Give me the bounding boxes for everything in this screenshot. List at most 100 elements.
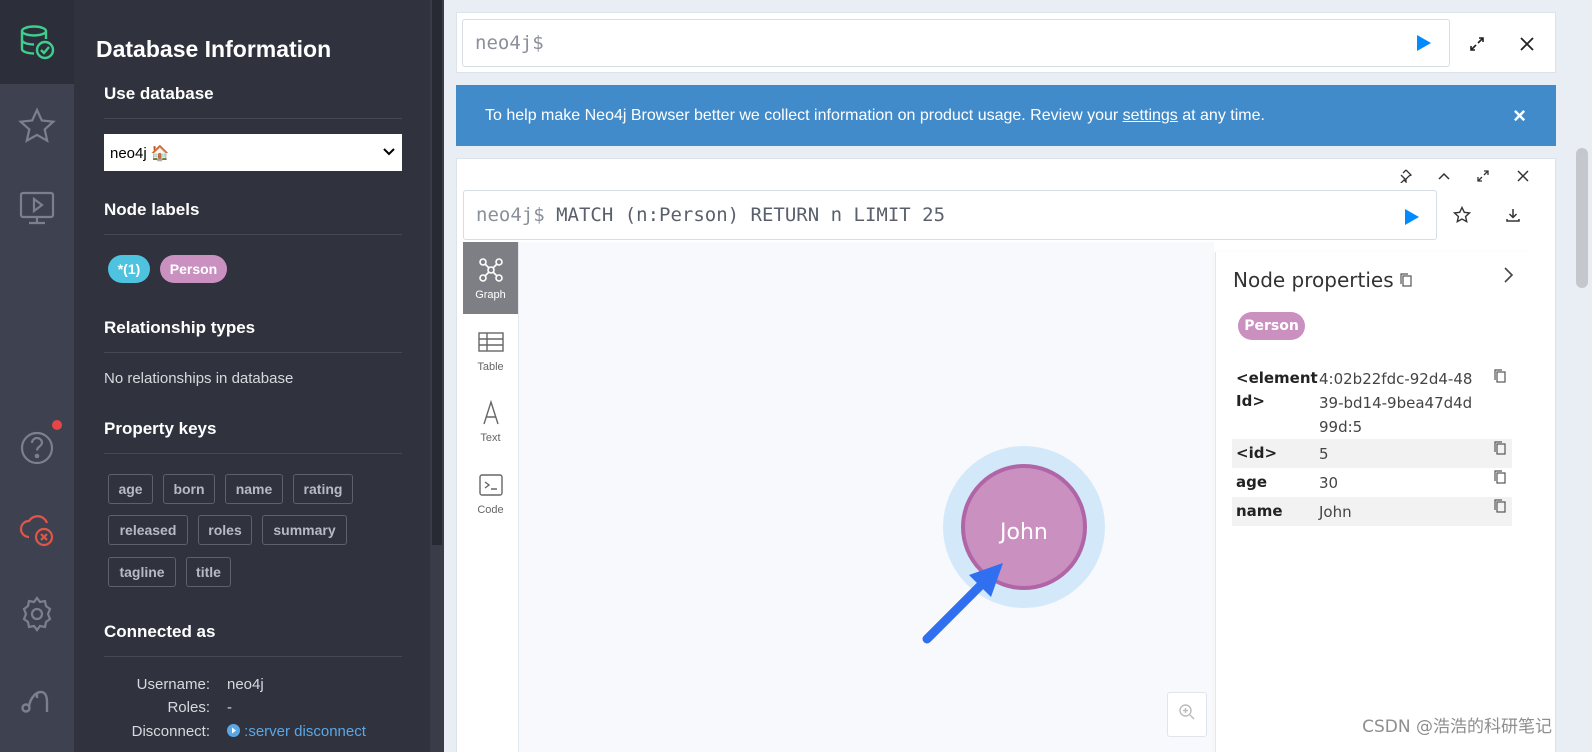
monitor-play-icon[interactable] bbox=[13, 184, 61, 232]
node-properties-panel: Node properties Person <element Id> 4:02… bbox=[1215, 252, 1529, 752]
copy-icon[interactable] bbox=[1494, 499, 1506, 513]
collapse-icon[interactable] bbox=[1437, 169, 1451, 183]
tab-table[interactable]: Table bbox=[463, 314, 518, 386]
copy-icon[interactable] bbox=[1494, 369, 1506, 383]
divider bbox=[104, 656, 402, 657]
connected-as-title: Connected as bbox=[104, 622, 216, 641]
editor-input[interactable]: neo4j$ bbox=[462, 19, 1450, 67]
star-icon[interactable] bbox=[13, 102, 61, 150]
username-value: neo4j bbox=[227, 676, 264, 693]
play-circle-icon bbox=[227, 724, 240, 737]
tab-graph-label: Graph bbox=[475, 289, 506, 301]
properties-label-chip[interactable]: Person bbox=[1238, 312, 1305, 340]
property-key: <element Id> bbox=[1236, 369, 1318, 410]
fullscreen-icon[interactable] bbox=[1476, 169, 1490, 183]
property-key-tag[interactable]: age bbox=[108, 474, 153, 504]
database-info-drawer: Database Information Use database neo4j … bbox=[74, 0, 444, 752]
tab-code-label: Code bbox=[477, 504, 504, 516]
username-label: Username: bbox=[136, 676, 210, 693]
property-value: John bbox=[1319, 503, 1352, 521]
property-key-tag[interactable]: roles bbox=[198, 515, 252, 545]
roles-value: - bbox=[227, 699, 232, 716]
rerun-icon[interactable] bbox=[1403, 207, 1421, 227]
property-key-tag[interactable]: released bbox=[108, 515, 188, 545]
banner-close-button[interactable]: × bbox=[1513, 103, 1526, 129]
divider bbox=[104, 234, 402, 235]
neo4j-logo-icon[interactable] bbox=[13, 674, 61, 722]
annotation-arrow-icon bbox=[922, 563, 1003, 644]
editor-card: neo4j$ bbox=[456, 12, 1556, 73]
expand-icon[interactable] bbox=[1468, 35, 1486, 53]
property-key: <id> bbox=[1236, 444, 1278, 462]
disconnect-link[interactable]: :server disconnect bbox=[227, 723, 366, 740]
close-icon[interactable] bbox=[1518, 35, 1536, 53]
tab-graph[interactable]: Graph bbox=[463, 242, 518, 314]
favorite-star-icon[interactable] bbox=[1453, 206, 1471, 224]
property-key-tag[interactable]: tagline bbox=[108, 557, 176, 587]
copy-icon[interactable] bbox=[1400, 273, 1412, 287]
frame-query-input[interactable]: neo4j$ MATCH (n:Person) RETURN n LIMIT 2… bbox=[463, 190, 1437, 240]
graph-node-caption: John bbox=[1000, 520, 1048, 545]
roles-label: Roles: bbox=[167, 699, 210, 716]
use-database-title: Use database bbox=[104, 84, 214, 103]
property-key: name bbox=[1236, 502, 1283, 520]
zoom-in-icon bbox=[1179, 704, 1195, 720]
node-properties-title-text: Node properties bbox=[1233, 268, 1394, 292]
help-icon[interactable] bbox=[13, 424, 61, 472]
copy-icon[interactable] bbox=[1494, 441, 1506, 455]
cloud-error-icon[interactable] bbox=[13, 506, 61, 554]
chevron-down-icon bbox=[383, 148, 395, 156]
tab-text-label: Text bbox=[480, 432, 501, 444]
property-row: <element Id> 4:02b22fdc-92d4-4839-bd14-9… bbox=[1232, 367, 1512, 439]
usage-banner: To help make Neo4j Browser better we col… bbox=[456, 85, 1556, 146]
main-area: neo4j$ To help make Neo4j Browser better… bbox=[444, 0, 1592, 752]
property-row: <id> 5 bbox=[1232, 439, 1512, 468]
tab-code[interactable]: Code bbox=[463, 457, 518, 529]
property-key-tag[interactable]: title bbox=[186, 557, 231, 587]
close-frame-icon[interactable] bbox=[1516, 169, 1530, 183]
property-key-tag[interactable]: name bbox=[225, 474, 283, 504]
banner-settings-link[interactable]: settings bbox=[1123, 107, 1178, 125]
run-icon[interactable] bbox=[1415, 33, 1433, 53]
property-key: age bbox=[1236, 473, 1268, 491]
banner-text-before: To help make Neo4j Browser better we col… bbox=[485, 106, 1123, 124]
gear-icon[interactable] bbox=[13, 590, 61, 638]
graph-canvas[interactable]: John bbox=[518, 242, 1214, 752]
disconnect-command: :server disconnect bbox=[244, 723, 366, 740]
chevron-right-icon[interactable] bbox=[1503, 266, 1515, 284]
drawer-title: Database Information bbox=[96, 36, 332, 62]
property-row: name John bbox=[1232, 497, 1512, 526]
pin-icon[interactable] bbox=[1398, 169, 1412, 183]
result-frame: neo4j$ MATCH (n:Person) RETURN n LIMIT 2… bbox=[456, 158, 1556, 752]
disconnect-label: Disconnect: bbox=[131, 723, 210, 740]
main-scrollbar-thumb[interactable] bbox=[1576, 148, 1588, 288]
frame-prompt: neo4j$ bbox=[476, 204, 545, 226]
label-chip-all[interactable]: *(1) bbox=[108, 255, 150, 283]
database-select[interactable]: neo4j 🏠 bbox=[104, 134, 402, 171]
divider bbox=[104, 453, 402, 454]
property-key-tag[interactable]: rating bbox=[293, 474, 353, 504]
node-properties-title: Node properties bbox=[1233, 268, 1412, 292]
property-value: 4:02b22fdc-92d4-4839-bd14-9bea47d4d99d:5 bbox=[1319, 370, 1473, 436]
property-row: age 30 bbox=[1232, 468, 1512, 497]
divider bbox=[104, 352, 402, 353]
copy-icon[interactable] bbox=[1494, 470, 1506, 484]
main-scrollbar[interactable] bbox=[1570, 0, 1592, 752]
database-icon[interactable] bbox=[13, 18, 61, 66]
divider bbox=[104, 118, 402, 119]
tab-table-label: Table bbox=[477, 361, 504, 373]
drawer-scrollbar-thumb[interactable] bbox=[432, 0, 442, 545]
property-key-tag[interactable]: born bbox=[163, 474, 215, 504]
property-key-tag[interactable]: summary bbox=[262, 515, 347, 545]
label-chip-person[interactable]: Person bbox=[160, 255, 227, 283]
tab-text[interactable]: Text bbox=[463, 385, 518, 457]
icon-rail bbox=[0, 0, 74, 752]
zoom-in-button[interactable] bbox=[1167, 692, 1207, 737]
node-labels-title: Node labels bbox=[104, 200, 200, 219]
relationship-types-empty: No relationships in database bbox=[104, 370, 294, 387]
editor-prompt: neo4j$ bbox=[475, 32, 544, 54]
property-value: 5 bbox=[1319, 445, 1329, 463]
download-icon[interactable] bbox=[1505, 207, 1521, 223]
banner-text-after: at any time. bbox=[1177, 106, 1265, 124]
property-value: 30 bbox=[1319, 474, 1339, 492]
